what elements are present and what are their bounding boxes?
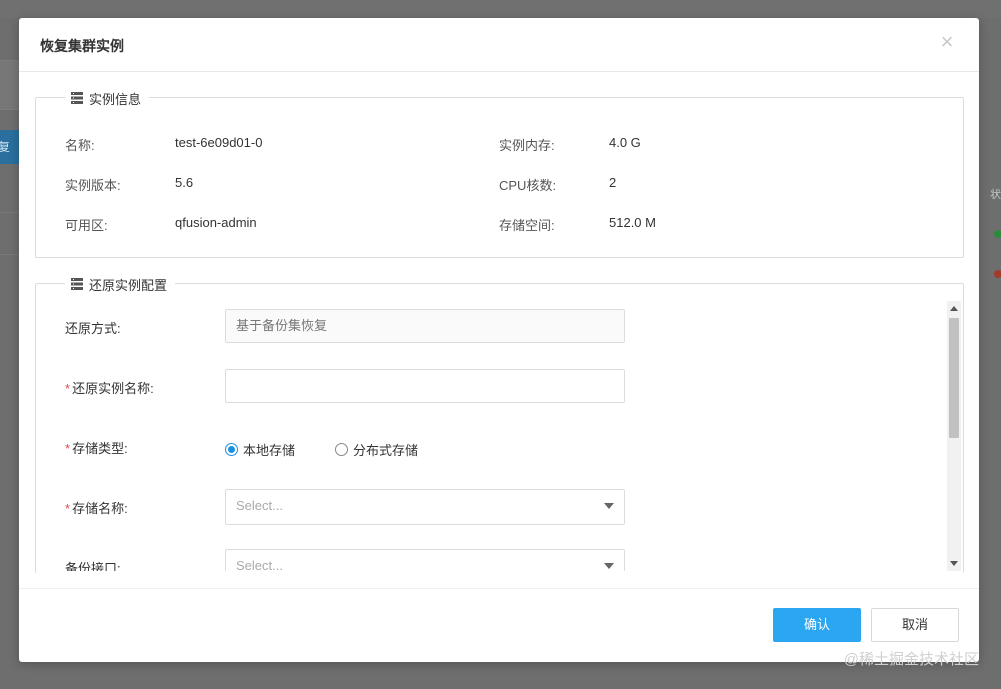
dialog-header: 恢复集群实例 × — [19, 18, 979, 72]
background-status-dot — [994, 270, 1001, 278]
radio-unchecked-icon — [335, 443, 348, 456]
memory-label: 实例内存: — [499, 138, 555, 153]
footer-divider — [19, 588, 979, 589]
restore-config-legend: 还原实例配置 — [65, 275, 176, 293]
instance-info-section: 实例信息 名称: test-6e09d01-0 实例版本: 5.6 可用区: q… — [35, 89, 964, 258]
storage-type-label-text: 存储类型: — [72, 441, 128, 456]
storage-name-placeholder: Select... — [236, 498, 283, 513]
scroll-thumb[interactable] — [949, 318, 959, 438]
storage-label: 存储空间: — [499, 218, 555, 233]
cpu-value: 2 — [609, 175, 617, 190]
storage-type-distributed-text: 分布式存储 — [353, 443, 419, 458]
restore-instance-name-label: * 还原实例名称: — [65, 378, 154, 397]
watermark: @稀土掘金技术社区 — [843, 651, 979, 668]
confirm-button[interactable]: 确认 — [773, 608, 861, 642]
background-restore-button: 恢复 — [0, 130, 20, 164]
background-column-header: 状 — [990, 189, 1001, 201]
restore-config-scroll-area[interactable]: 还原方式: 基于备份集恢复 * 还原实例名称: * 存储类型: 本地存储 分布式存储… — [35, 301, 947, 571]
required-marker: * — [65, 441, 71, 456]
scroll-up-icon[interactable] — [950, 306, 958, 311]
background-band — [0, 60, 20, 110]
restore-instance-dialog: 恢复集群实例 × 实例信息 名称: test-6e09d01-0 实例版本: 5… — [19, 18, 979, 662]
version-label: 实例版本: — [65, 178, 121, 193]
instance-info-legend-text: 实例信息 — [89, 91, 142, 107]
restore-instance-name-input[interactable] — [225, 369, 625, 403]
required-marker: * — [65, 501, 71, 516]
close-icon[interactable]: × — [937, 31, 957, 53]
background-row-divider — [0, 212, 20, 213]
storage-name-label-text: 存储名称: — [72, 501, 128, 516]
restore-instance-name-label-text: 还原实例名称: — [72, 381, 154, 396]
restore-method-label: 还原方式: — [65, 321, 121, 336]
chevron-down-icon — [604, 563, 614, 569]
cpu-label: CPU核数: — [499, 178, 557, 193]
server-icon — [71, 278, 83, 290]
storage-type-label: * 存储类型: — [65, 438, 128, 457]
background-status-dot — [994, 230, 1001, 238]
storage-type-distributed-radio[interactable]: 分布式存储 — [335, 440, 418, 459]
background-topbar — [0, 0, 1001, 18]
radio-checked-icon — [225, 443, 238, 456]
backup-port-select[interactable]: Select... — [225, 549, 625, 571]
cancel-button[interactable]: 取消 — [871, 608, 959, 642]
scroll-down-icon[interactable] — [950, 561, 958, 566]
dialog-title: 恢复集群实例 — [40, 38, 124, 54]
backup-port-label: 备份接口: — [65, 561, 121, 571]
background-row-divider — [0, 254, 20, 255]
backup-port-placeholder: Select... — [236, 558, 283, 571]
vertical-scrollbar[interactable] — [947, 301, 961, 571]
name-label: 名称: — [65, 138, 95, 153]
zone-value: qfusion-admin — [175, 215, 257, 230]
restore-method-field: 基于备份集恢复 — [225, 309, 625, 343]
required-marker: * — [65, 381, 71, 396]
storage-name-select[interactable]: Select... — [225, 489, 625, 525]
chevron-down-icon — [604, 503, 614, 509]
storage-type-local-radio[interactable]: 本地存储 — [225, 440, 295, 459]
name-value: test-6e09d01-0 — [175, 135, 263, 150]
restore-config-legend-text: 还原实例配置 — [89, 277, 168, 293]
storage-value: 512.0 M — [609, 215, 656, 230]
version-value: 5.6 — [175, 175, 194, 190]
memory-value: 4.0 G — [609, 135, 641, 150]
storage-name-label: * 存储名称: — [65, 498, 128, 517]
server-icon — [71, 92, 83, 104]
zone-label: 可用区: — [65, 218, 108, 233]
instance-info-legend: 实例信息 — [65, 89, 150, 107]
storage-type-local-text: 本地存储 — [243, 443, 296, 458]
